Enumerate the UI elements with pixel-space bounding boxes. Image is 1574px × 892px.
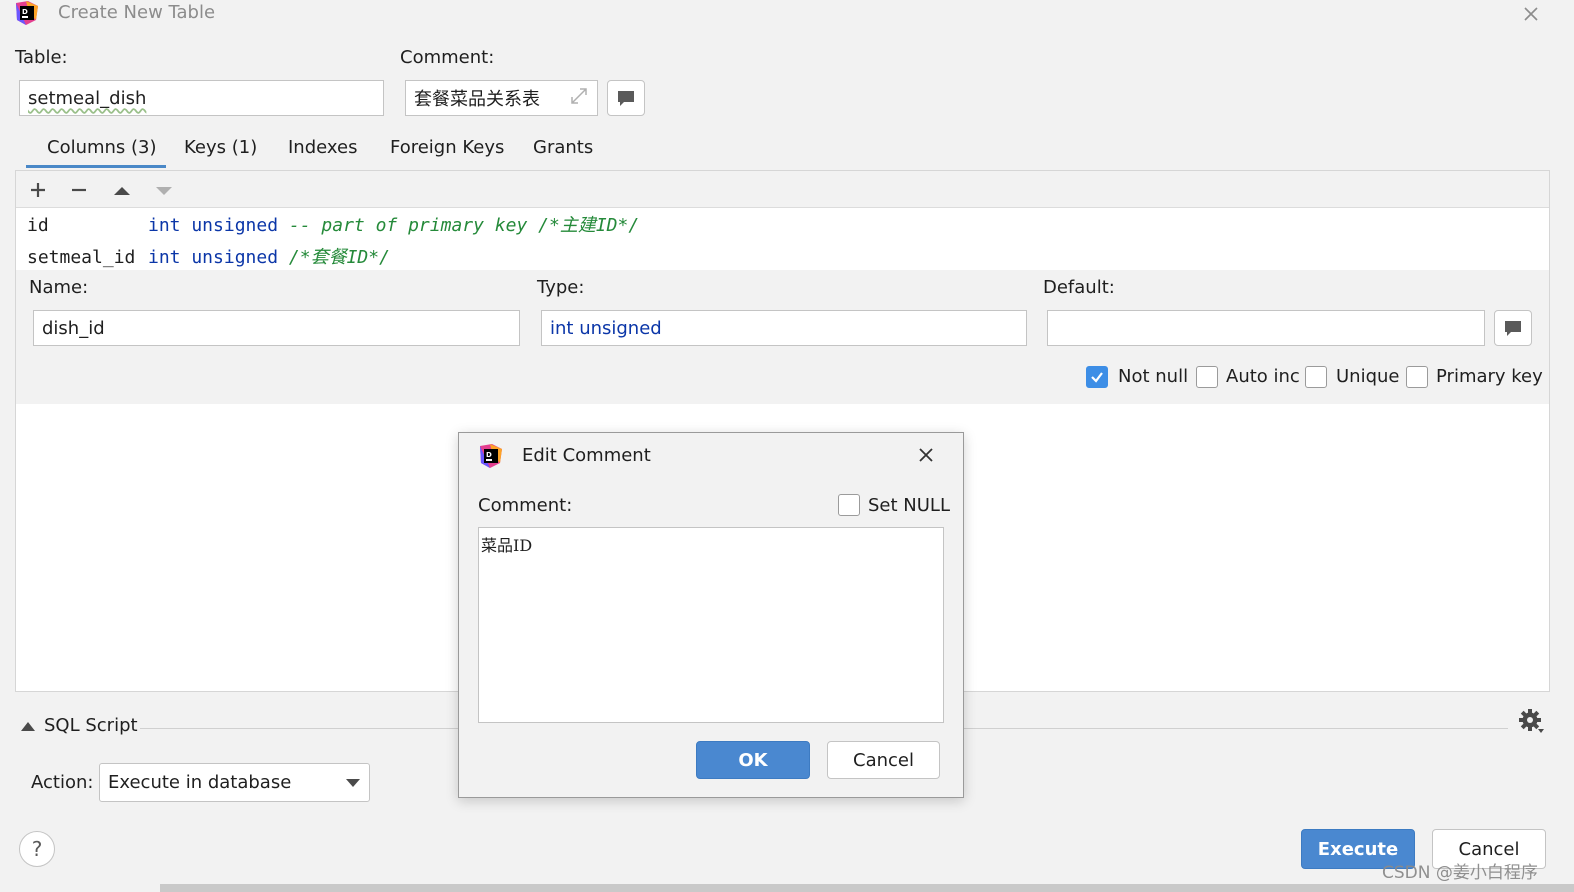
not-null-checkbox[interactable]	[1086, 366, 1108, 388]
type-label: Type:	[537, 277, 585, 298]
set-null-checkbox[interactable]	[838, 494, 860, 516]
column-row-id[interactable]: id int unsigned -- part of primary key /*…	[27, 211, 639, 237]
default-label: Default:	[1043, 277, 1115, 298]
move-up-icon[interactable]	[108, 176, 136, 204]
add-column-icon[interactable]	[24, 176, 52, 204]
primary-key-checkbox[interactable]	[1406, 366, 1428, 388]
table-name-value: setmeal_dish	[28, 87, 147, 109]
move-down-icon[interactable]	[150, 176, 178, 204]
ok-button[interactable]: OK	[696, 741, 810, 779]
not-null-label: Not null	[1118, 366, 1189, 387]
column-comment-button[interactable]	[1494, 310, 1532, 346]
primary-key-label: Primary key	[1436, 366, 1543, 387]
bottom-edge	[160, 884, 1574, 892]
tab-columns[interactable]: Columns (3)	[47, 137, 157, 158]
column-row-setmeal-id[interactable]: setmeal_id int unsigned /*套餐ID*/	[27, 243, 390, 269]
dialog-cancel-button[interactable]: Cancel	[827, 741, 940, 779]
action-label: Action:	[31, 772, 94, 793]
columns-toolbar	[16, 171, 1549, 208]
comment-input[interactable]: 套餐菜品关系表	[405, 80, 598, 116]
column-name-input[interactable]: dish_id	[33, 310, 520, 346]
tab-keys[interactable]: Keys (1)	[184, 137, 257, 158]
window-title: Create New Table	[58, 2, 216, 23]
expand-icon[interactable]	[569, 86, 589, 111]
sql-script-label[interactable]: SQL Script	[44, 715, 138, 736]
active-tab-indicator	[26, 165, 166, 168]
auto-inc-checkbox[interactable]	[1196, 366, 1218, 388]
table-label: Table:	[15, 47, 68, 68]
watermark: CSDN @姜小白程序	[1382, 863, 1538, 883]
dialog-app-logo-icon: D	[478, 443, 504, 473]
remove-column-icon[interactable]	[65, 176, 93, 204]
unique-label: Unique	[1336, 366, 1400, 387]
svg-text:D: D	[486, 451, 492, 459]
collapse-sql-icon[interactable]	[20, 718, 36, 737]
auto-inc-label: Auto inc	[1226, 366, 1300, 387]
settings-gear-icon[interactable]	[1516, 706, 1546, 740]
column-type-input[interactable]: int unsigned	[541, 310, 1027, 346]
comment-textarea[interactable]: 菜品ID	[478, 527, 944, 723]
svg-text:D: D	[22, 8, 28, 16]
chevron-down-icon	[346, 778, 360, 787]
unique-checkbox[interactable]	[1305, 366, 1327, 388]
edit-comment-button[interactable]	[607, 80, 645, 116]
tab-foreign-keys[interactable]: Foreign Keys	[390, 137, 504, 158]
set-null-label: Set NULL	[868, 495, 950, 516]
action-select[interactable]: Execute in database	[99, 763, 370, 802]
dialog-title: Edit Comment	[522, 445, 651, 466]
dialog-comment-label: Comment:	[478, 495, 573, 516]
name-label: Name:	[29, 277, 89, 298]
dialog-close-icon[interactable]	[915, 444, 937, 470]
comment-label: Comment:	[400, 47, 495, 68]
table-name-input[interactable]: setmeal_dish	[19, 80, 384, 116]
tab-indexes[interactable]: Indexes	[288, 137, 357, 158]
app-logo-icon: D	[14, 0, 38, 25]
comment-icon	[1505, 321, 1521, 336]
comment-value: 套餐菜品关系表	[414, 89, 540, 110]
tab-grants[interactable]: Grants	[533, 137, 593, 158]
help-icon: ?	[31, 837, 43, 861]
close-window-icon[interactable]	[1519, 2, 1543, 26]
column-default-input[interactable]	[1047, 310, 1485, 346]
checkmark-icon	[1091, 372, 1103, 383]
comment-icon	[618, 91, 634, 106]
help-button[interactable]: ?	[19, 831, 55, 867]
